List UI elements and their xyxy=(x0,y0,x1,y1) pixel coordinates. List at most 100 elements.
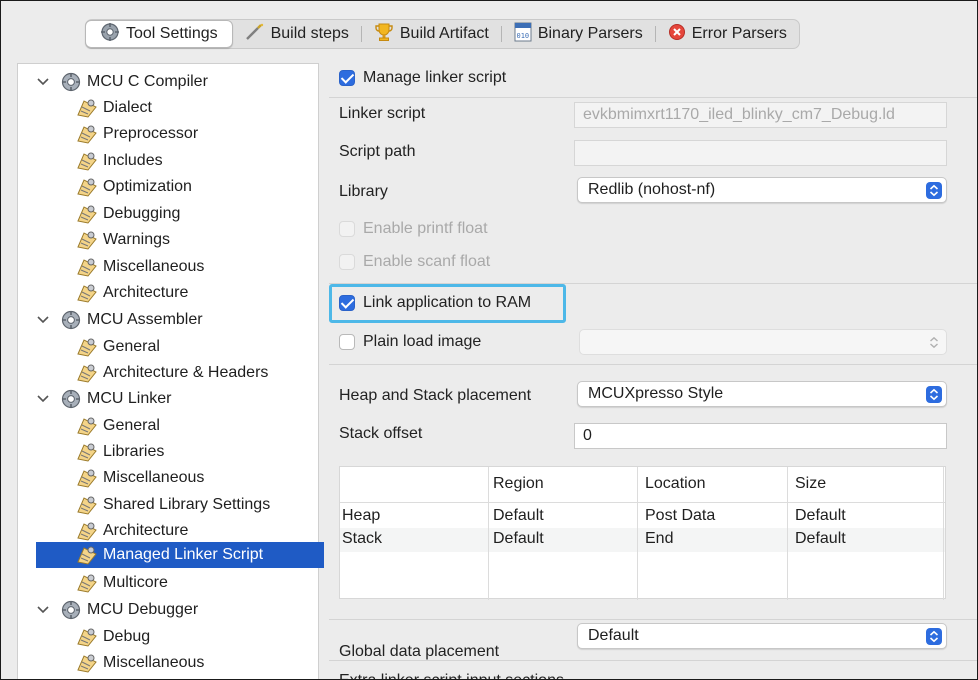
trophy-icon xyxy=(374,22,394,47)
table-cell[interactable]: Heap xyxy=(342,507,380,525)
plain-load-image-option[interactable]: Plain load image xyxy=(339,333,481,351)
settings-tab-bar: Tool Settings Build steps Build Artifact… xyxy=(85,19,800,49)
checkbox-label: Link application to RAM xyxy=(363,294,532,311)
tree-item-label: Architecture xyxy=(103,522,189,539)
divider xyxy=(329,364,977,365)
tree-group-mcu-linker[interactable]: MCU Linker xyxy=(36,386,174,412)
tool-options-icon xyxy=(77,99,97,118)
tree-item-dialect[interactable]: Dialect xyxy=(76,95,155,121)
column-divider xyxy=(787,467,788,600)
error-icon xyxy=(668,23,686,46)
tree-item-libraries[interactable]: Libraries xyxy=(76,439,167,465)
tree-item-miscellaneous[interactable]: Miscellaneous xyxy=(76,465,207,491)
tree-item-general[interactable]: General xyxy=(76,413,163,439)
plain-load-image-checkbox[interactable] xyxy=(339,334,355,350)
tool-options-icon xyxy=(77,654,97,673)
chevron-down-icon[interactable] xyxy=(36,603,50,617)
stack-offset-field[interactable]: 0 xyxy=(574,423,947,449)
plain-load-image-select[interactable] xyxy=(579,329,947,355)
heap-stack-placement-value: MCUXpresso Style xyxy=(588,385,724,402)
table-header-cell: Location xyxy=(645,475,706,492)
library-select[interactable]: Redlib (nohost-nf) xyxy=(577,177,947,203)
tree-item-label: Architecture & Headers xyxy=(103,364,269,381)
tab-build-steps[interactable]: Build steps xyxy=(233,20,361,48)
tool-options-icon xyxy=(77,125,97,144)
library-value: Redlib (nohost-nf) xyxy=(588,181,716,198)
tree-item-architecture[interactable]: Architecture xyxy=(76,280,191,306)
tree-group-label: MCU Linker xyxy=(87,390,172,407)
global-data-placement-select[interactable]: Default xyxy=(577,623,947,649)
tool-options-icon xyxy=(77,178,97,197)
tree-item-label: Warnings xyxy=(103,231,170,248)
tab-build-artifact[interactable]: Build Artifact xyxy=(362,20,501,48)
manage-linker-script-option[interactable]: Manage linker script xyxy=(339,69,506,87)
tree-item-label: Optimization xyxy=(103,178,192,195)
tab-label: Error Parsers xyxy=(691,25,787,42)
tree-item-debug[interactable]: Debug xyxy=(76,624,153,650)
tree-item-optimization[interactable]: Optimization xyxy=(76,174,195,200)
tree-item-includes[interactable]: Includes xyxy=(76,148,166,174)
enable-scanf-float-checkbox[interactable] xyxy=(339,254,355,270)
tree-item-warnings[interactable]: Warnings xyxy=(76,227,173,253)
tab-tool-settings[interactable]: Tool Settings xyxy=(85,20,233,48)
checkbox-label: Enable scanf float xyxy=(363,253,491,270)
enable-printf-float-checkbox[interactable] xyxy=(339,221,355,237)
extra-sections-label: Extra linker script input sections xyxy=(339,672,564,679)
tree-item-miscellaneous[interactable]: Miscellaneous xyxy=(76,650,207,676)
tree-item-miscellaneous[interactable]: Miscellaneous xyxy=(76,254,207,280)
divider xyxy=(329,619,977,620)
table-cell[interactable]: Post Data xyxy=(645,507,715,525)
chevron-down-icon[interactable] xyxy=(36,75,50,89)
script-path-field[interactable] xyxy=(574,140,947,166)
tree-item-preprocessor[interactable]: Preprocessor xyxy=(76,121,201,147)
enable-printf-float-option[interactable]: Enable printf float xyxy=(339,220,488,238)
table-cell[interactable]: Default xyxy=(795,507,846,525)
tool-gear-icon xyxy=(61,600,81,620)
tool-options-icon xyxy=(77,152,97,171)
tab-binary-parsers[interactable]: 010 Binary Parsers xyxy=(502,20,655,48)
tree-item-architecture[interactable]: Architecture xyxy=(76,518,191,544)
tree-item-managed-linker-script[interactable]: Managed Linker Script xyxy=(76,542,266,568)
table-cell[interactable]: Stack xyxy=(342,530,382,548)
tree-item-label: Preprocessor xyxy=(103,125,199,142)
checkbox-label: Plain load image xyxy=(363,333,482,350)
tool-options-icon xyxy=(77,628,97,647)
select-stepper-icon xyxy=(926,182,942,199)
tab-label: Build Artifact xyxy=(399,25,489,42)
divider xyxy=(329,660,977,661)
tab-label: Binary Parsers xyxy=(537,25,643,42)
table-cell[interactable]: Default xyxy=(493,507,544,525)
tree-group-mcu-debugger[interactable]: MCU Debugger xyxy=(36,597,201,623)
tab-label: Tool Settings xyxy=(126,25,218,42)
enable-scanf-float-option[interactable]: Enable scanf float xyxy=(339,253,490,271)
tab-error-parsers[interactable]: Error Parsers xyxy=(656,20,799,48)
tree-item-label: General xyxy=(103,338,160,355)
tree-group-mcu-c-compiler[interactable]: MCU C Compiler xyxy=(36,69,211,95)
table-header-cell: Region xyxy=(493,475,544,492)
table-cell[interactable]: Default xyxy=(493,530,544,548)
link-app-to-ram-option[interactable]: Link application to RAM xyxy=(339,294,531,312)
tree-group-mcu-assembler[interactable]: MCU Assembler xyxy=(36,307,206,333)
tool-options-icon xyxy=(77,574,97,593)
managed-linker-script-panel: Manage linker script Linker script evkbm… xyxy=(329,63,977,679)
global-data-placement-value: Default xyxy=(588,627,639,644)
chevron-down-icon[interactable] xyxy=(36,313,50,327)
heap-stack-placement-select[interactable]: MCUXpresso Style xyxy=(577,381,947,407)
tool-gear-icon xyxy=(61,72,81,92)
tree-item-shared-library-settings[interactable]: Shared Library Settings xyxy=(76,492,273,518)
gear-icon xyxy=(100,22,120,47)
table-cell[interactable]: Default xyxy=(795,530,846,548)
manage-linker-script-checkbox[interactable] xyxy=(339,70,355,86)
tree-item-label: Debugging xyxy=(103,205,181,222)
link-app-to-ram-checkbox[interactable] xyxy=(339,295,355,311)
tree-item-architecture-headers[interactable]: Architecture & Headers xyxy=(76,360,271,386)
tree-item-general[interactable]: General xyxy=(76,334,163,360)
chevron-down-icon[interactable] xyxy=(36,392,50,406)
tree-item-debugging[interactable]: Debugging xyxy=(76,201,183,227)
linker-script-field[interactable]: evkbmimxrt1170_iled_blinky_cm7_Debug.ld xyxy=(574,102,947,128)
tree-item-multicore[interactable]: Multicore xyxy=(76,570,171,596)
settings-tree: MCU C Compiler Dialect Preprocessor Incl… xyxy=(17,63,324,679)
tool-options-icon xyxy=(77,496,97,515)
tree-item-label: Multicore xyxy=(103,574,168,591)
table-cell[interactable]: End xyxy=(645,530,673,548)
